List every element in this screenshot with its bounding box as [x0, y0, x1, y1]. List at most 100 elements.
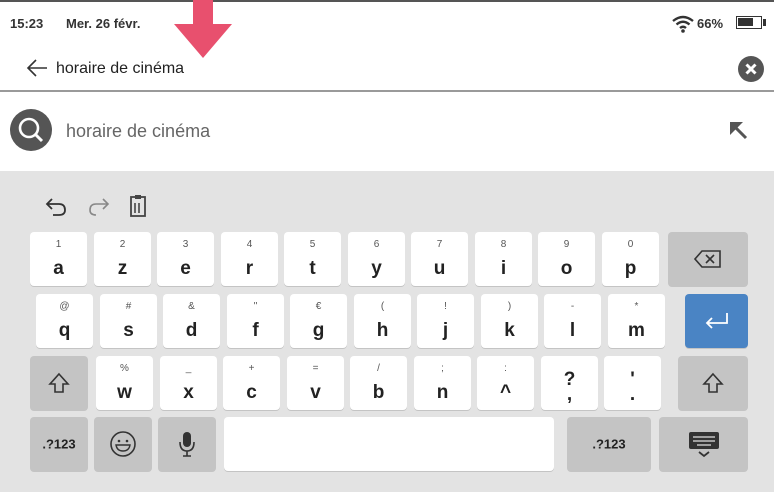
- key-hint: (: [380, 301, 385, 312]
- hide-keyboard-icon: [688, 432, 719, 458]
- redo-icon[interactable]: [85, 194, 111, 220]
- key-hint: 1: [55, 239, 62, 250]
- key-label: ? ,: [563, 369, 576, 405]
- key-row1-1[interactable]: 2z: [94, 232, 151, 286]
- key-label: u: [433, 258, 446, 279]
- key-label: r: [245, 258, 254, 279]
- key-hint: :: [504, 363, 507, 374]
- key-row1-2[interactable]: 3e: [157, 232, 214, 286]
- key-row1-3[interactable]: 4r: [221, 232, 278, 286]
- clear-icon[interactable]: [738, 56, 764, 82]
- key-row3-4[interactable]: / b: [350, 356, 407, 410]
- backspace-key[interactable]: [668, 232, 748, 286]
- key-label: v: [310, 382, 321, 403]
- key-row3-3[interactable]: = v: [287, 356, 344, 410]
- key-label: e: [180, 258, 191, 279]
- key-label: x: [183, 382, 194, 403]
- key-row3-6[interactable]: : ^: [477, 356, 534, 410]
- hide-keyboard-key[interactable]: [659, 417, 748, 471]
- key-row2-4[interactable]: € g: [290, 294, 347, 348]
- key-hint: €: [315, 301, 322, 312]
- key-row3-1[interactable]: _ x: [160, 356, 217, 410]
- key-row2-2[interactable]: & d: [163, 294, 220, 348]
- top-border: [0, 0, 774, 2]
- symbols-key-label: .?123: [592, 436, 626, 452]
- symbols-key-left[interactable]: .?123: [30, 417, 88, 471]
- undo-icon[interactable]: [44, 194, 70, 220]
- key-row2-6[interactable]: ! j: [417, 294, 474, 348]
- search-bar: horaire de cinéma: [0, 48, 774, 90]
- key-hint: 9: [563, 239, 570, 250]
- suggestion-row[interactable]: horaire de cinéma: [0, 104, 774, 156]
- clipboard-icon[interactable]: [125, 193, 151, 219]
- enter-key[interactable]: [685, 294, 748, 348]
- key-row1-6[interactable]: 7u: [411, 232, 468, 286]
- key-label: a: [53, 258, 64, 279]
- key-label: z: [117, 258, 128, 279]
- key-row3-2[interactable]: + c: [223, 356, 280, 410]
- search-input[interactable]: horaire de cinéma: [56, 60, 184, 78]
- key-label: h: [376, 320, 389, 341]
- key-hint: &: [188, 301, 195, 312]
- key-row1-5[interactable]: 6y: [348, 232, 405, 286]
- key-row1-4[interactable]: 5t: [284, 232, 341, 286]
- key-label: k: [504, 320, 515, 341]
- suggestion-text: horaire de cinéma: [66, 121, 211, 141]
- key-hint: %: [120, 363, 129, 374]
- key-hint: 2: [119, 239, 126, 250]
- wifi-icon: [672, 15, 694, 33]
- key-row2-9[interactable]: * m: [608, 294, 665, 348]
- key-label: b: [372, 382, 385, 403]
- key-label: y: [371, 258, 382, 279]
- symbols-key-label: .?123: [42, 436, 76, 452]
- status-date: Mer. 26 févr.: [66, 16, 141, 31]
- key-hint: ;: [441, 363, 444, 374]
- key-label: ' .: [629, 369, 636, 405]
- keyboard: 1a2z3e4r5t6y7u8i9o0p @ q # s & d " f € g(h! j) k - l *…: [0, 171, 774, 492]
- key-row3-8[interactable]: ' .: [604, 356, 661, 410]
- key-row2-3[interactable]: " f: [227, 294, 284, 348]
- key-row1-9[interactable]: 0p: [602, 232, 659, 286]
- key-label: w: [117, 382, 132, 403]
- key-label: f: [252, 320, 259, 341]
- key-row2-1[interactable]: # s: [100, 294, 157, 348]
- key-row3-7[interactable]: ? ,: [541, 356, 598, 410]
- key-hint: =: [312, 363, 319, 374]
- key-row3-5[interactable]: ; n: [414, 356, 471, 410]
- space-key[interactable]: [224, 417, 554, 471]
- symbols-key-right[interactable]: .?123: [567, 417, 651, 471]
- key-label: j: [442, 320, 449, 341]
- key-row1-7[interactable]: 8i: [475, 232, 532, 286]
- key-label: g: [312, 320, 325, 341]
- key-hint: 3: [182, 239, 189, 250]
- key-row2-7[interactable]: ) k: [481, 294, 538, 348]
- key-row1-8[interactable]: 9o: [538, 232, 595, 286]
- microphone-key[interactable]: [158, 417, 216, 471]
- key-hint: 7: [436, 239, 443, 250]
- shift-key-left[interactable]: [30, 356, 88, 410]
- battery-tip: [763, 19, 766, 26]
- key-row3-0[interactable]: % w: [96, 356, 153, 410]
- status-time: 15:23: [10, 16, 44, 31]
- status-bar: 15:23 Mer. 26 févr. 66%: [0, 0, 774, 44]
- key-hint: *: [634, 301, 639, 312]
- backspace-icon: [694, 250, 721, 268]
- key-label: p: [624, 258, 637, 279]
- back-arrow-icon[interactable]: [26, 58, 48, 78]
- key-label: o: [560, 258, 573, 279]
- key-row2-8[interactable]: -l: [544, 294, 601, 348]
- key-hint: _: [185, 363, 192, 374]
- key-row2-0[interactable]: @ q: [36, 294, 93, 348]
- battery-icon: [736, 16, 762, 29]
- key-row1-0[interactable]: 1a: [30, 232, 87, 286]
- key-hint: ): [507, 301, 512, 312]
- emoji-key[interactable]: [94, 417, 152, 471]
- enter-icon: [705, 313, 728, 329]
- key-row2-5[interactable]: (h: [354, 294, 411, 348]
- key-hint: 0: [627, 239, 634, 250]
- key-hint: 5: [309, 239, 316, 250]
- microphone-icon: [179, 432, 195, 457]
- key-hint: +: [248, 363, 255, 374]
- shift-key-right[interactable]: [678, 356, 748, 410]
- fill-query-arrow-icon[interactable]: [728, 120, 754, 146]
